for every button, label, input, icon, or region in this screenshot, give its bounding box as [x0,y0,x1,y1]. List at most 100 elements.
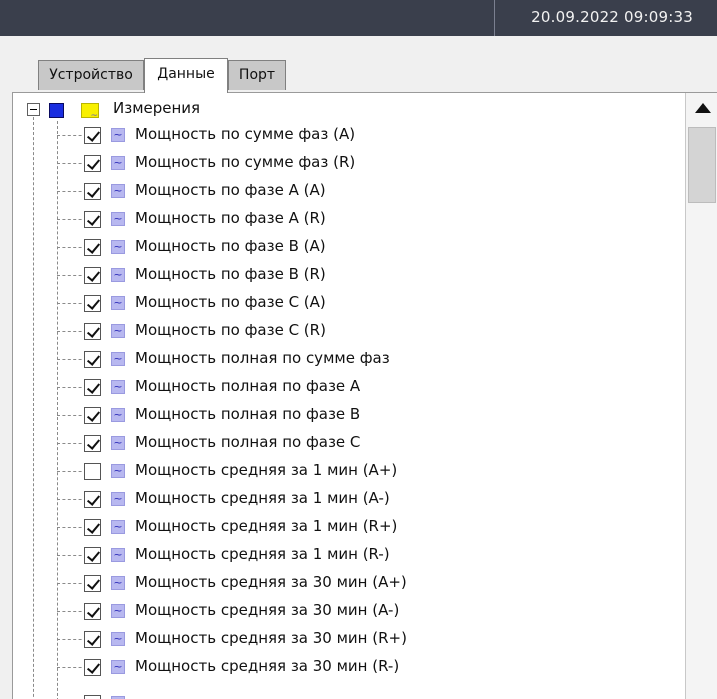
tree-item[interactable]: ~ Мощность по фазе C (A) [13,289,673,317]
item-checkbox[interactable] [84,435,101,452]
tab-port[interactable]: Порт [228,60,286,90]
signal-wave-icon: ~ [111,464,125,478]
tree-item-label: Мощность по сумме фаз (A) [135,125,356,143]
tree-connector [57,247,87,248]
tree-item[interactable]: ~ Мощность по сумме фаз (R) [13,149,673,177]
tree-item[interactable]: ~ Мощность по фазе C (R) [13,317,673,345]
tree-item[interactable]: ~ Мощность полная по фазе C [13,429,673,457]
item-checkbox[interactable] [84,211,101,228]
vertical-scrollbar[interactable] [685,93,717,699]
title-bar-divider [494,0,495,36]
tree-item[interactable]: ~ Мощность по фазе A (A) [13,177,673,205]
signal-wave-icon: ~ [111,268,125,282]
signal-wave-icon: ~ [111,548,125,562]
tree-item[interactable]: ~ Мощность средняя за 1 мин (A-) [13,485,673,513]
item-checkbox[interactable] [84,463,101,480]
tree-connector [57,219,87,220]
tree-root-label: Измерения [113,99,201,117]
tree-item[interactable]: ~ Мощность средняя за 30 мин (A-) [13,597,673,625]
tree-item-label: Мощность средняя за 1 мин (R-) [135,545,390,563]
tree-item[interactable]: ~ Мощность полная по сумме фаз [13,345,673,373]
item-checkbox[interactable] [84,491,101,508]
tree-item-label: Мощность средняя за 30 мин (R-) [135,657,400,675]
item-checkbox[interactable] [84,295,101,312]
tree-connector [57,359,87,360]
tree-item-partial: ~ [13,689,673,699]
signal-wave-icon: ~ [111,604,125,618]
tree-item[interactable]: ~ Мощность средняя за 1 мин (R+) [13,513,673,541]
item-checkbox[interactable] [84,267,101,284]
tree-item-label: Мощность средняя за 1 мин (A-) [135,489,390,507]
measurements-tree: Измерения ~ Мощность по сумме фаз (A) ~ Мощ… [13,93,683,699]
signal-wave-icon: ~ [111,380,125,394]
tree-item[interactable]: ~ Мощность по фазе B (A) [13,233,673,261]
tree-item[interactable]: ~ Мощность по фазе B (R) [13,261,673,289]
item-checkbox[interactable] [84,695,101,699]
signal-wave-icon: ~ [111,184,125,198]
tree-item-label: Мощность средняя за 1 мин (R+) [135,517,398,535]
item-checkbox[interactable] [84,519,101,536]
tree-connector [57,667,87,668]
tree-item[interactable]: ~ Мощность средняя за 30 мин (R-) [13,653,673,681]
tree-item-label: Мощность полная по фазе B [135,405,361,423]
tree-item[interactable]: ~ Мощность средняя за 30 мин (R+) [13,625,673,653]
tree-connector [57,191,87,192]
collapse-toggle-icon[interactable] [27,103,40,116]
tab-device[interactable]: Устройство [38,60,144,90]
tree-item[interactable]: ~ Мощность по сумме фаз (A) [13,121,673,149]
data-panel: Измерения ~ Мощность по сумме фаз (A) ~ Мощ… [12,92,717,699]
tree-item-label: Мощность по фазе C (R) [135,321,326,339]
tree-item[interactable]: ~ Мощность полная по фазе B [13,401,673,429]
signal-wave-icon: ~ [111,212,125,226]
tree-connector [57,527,87,528]
tree-connector [57,163,87,164]
tree-item-label: Мощность средняя за 1 мин (A+) [135,461,398,479]
signal-wave-icon: ~ [111,408,125,422]
item-checkbox[interactable] [84,407,101,424]
item-checkbox[interactable] [84,127,101,144]
tree-root-row[interactable]: Измерения [13,93,613,121]
tree-item-label: Мощность по фазе C (A) [135,293,326,311]
tree-connector [57,583,87,584]
tree-item[interactable]: ~ Мощность средняя за 30 мин (A+) [13,569,673,597]
folder-wave-icon [81,103,99,121]
item-checkbox[interactable] [84,239,101,256]
tree-connector [57,639,87,640]
tree-connector [57,135,87,136]
tree-connector [57,499,87,500]
tree-item[interactable]: ~ Мощность средняя за 1 мин (R-) [13,541,673,569]
item-checkbox[interactable] [84,603,101,620]
item-checkbox[interactable] [84,323,101,340]
item-checkbox[interactable] [84,351,101,368]
signal-wave-icon: ~ [111,576,125,590]
scrollbar-thumb[interactable] [688,127,716,203]
item-checkbox[interactable] [84,547,101,564]
signal-wave-icon: ~ [111,128,125,142]
tree-item-label: Мощность по фазе B (A) [135,237,326,255]
signal-wave-icon: ~ [111,632,125,646]
tree-item[interactable]: ~ Мощность средняя за 1 мин (A+) [13,457,673,485]
tree-item[interactable]: ~ Мощность полная по фазе A [13,373,673,401]
tree-connector [57,415,87,416]
tree-item-label: Мощность полная по сумме фаз [135,349,390,367]
triangle-up-icon[interactable] [686,93,717,125]
signal-wave-icon: ~ [111,492,125,506]
tree-item[interactable]: ~ Мощность по фазе A (R) [13,205,673,233]
tab-data[interactable]: Данные [144,58,228,93]
tree-connector [57,471,87,472]
tree-item-label: Мощность полная по фазе C [135,433,361,451]
item-checkbox[interactable] [84,659,101,676]
signal-wave-icon: ~ [111,660,125,674]
item-checkbox[interactable] [84,575,101,592]
tree-item-label: Мощность средняя за 30 мин (A+) [135,573,407,591]
item-checkbox[interactable] [84,631,101,648]
signal-wave-icon: ~ [111,324,125,338]
tree-connector [57,443,87,444]
item-checkbox[interactable] [84,155,101,172]
root-checkbox[interactable] [49,103,64,118]
signal-wave-icon: ~ [111,296,125,310]
tree-connector [57,275,87,276]
item-checkbox[interactable] [84,379,101,396]
item-checkbox[interactable] [84,183,101,200]
tree-item-label: Мощность полная по фазе A [135,377,361,395]
